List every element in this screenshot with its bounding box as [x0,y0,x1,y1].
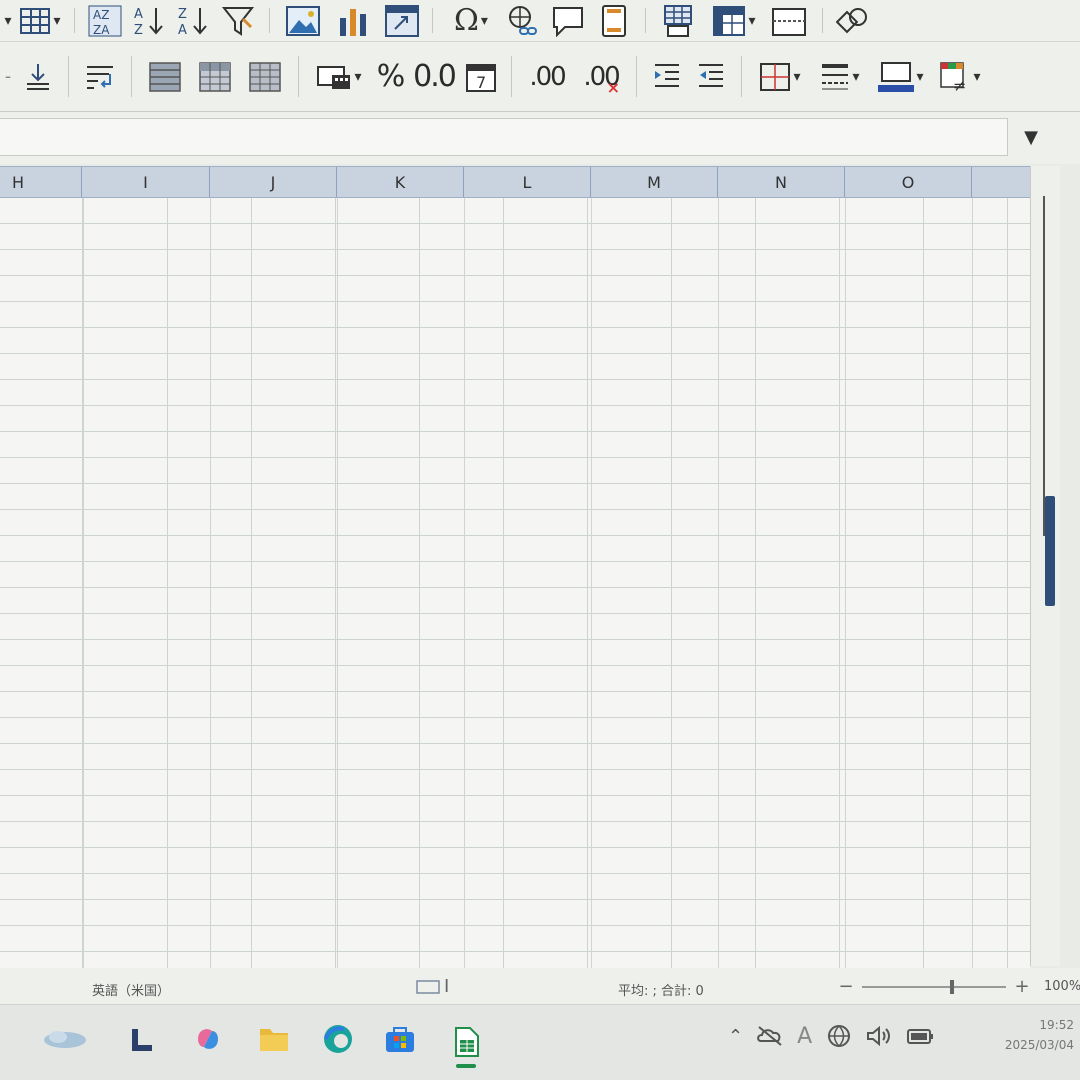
delete-decimal-button[interactable]: .00 × [574,42,628,111]
language-indicator[interactable]: 英語（米国） [92,980,170,999]
active-app-indicator [456,1064,476,1068]
increase-indent-icon[interactable] [645,42,689,111]
currency-format-icon[interactable]: ▾ [307,42,371,111]
copilot-icon[interactable] [190,1021,226,1057]
align-bottom-icon[interactable] [16,42,60,111]
special-character-icon[interactable]: Ω ▾ [441,0,501,41]
column-header-I[interactable]: I [82,167,210,197]
svg-text:Z: Z [178,7,187,22]
column-header-L[interactable]: L [464,167,591,197]
column-header-N[interactable]: N [718,167,845,197]
wrap-text-icon[interactable] [77,42,123,111]
chevron-up-icon[interactable]: ⌃ [728,1026,743,1047]
border-style-icon[interactable]: ▾ [810,42,870,111]
start-icon[interactable] [124,1021,160,1057]
store-icon[interactable] [382,1021,418,1057]
headers-footers-icon[interactable] [591,0,637,41]
edge-browser-icon[interactable] [320,1021,356,1057]
number-format-button[interactable]: 0.0 [409,42,459,111]
column-header-J[interactable]: J [210,167,337,197]
cell-grid[interactable] [0,198,1030,968]
conditional-format-icon[interactable]: ≠ ▾ [932,42,988,111]
insert-image-icon[interactable] [278,0,328,41]
date-format-icon[interactable]: 7 [459,42,503,111]
sort-ascending-icon[interactable]: AZ [127,0,171,41]
system-tray: ⌃ A [728,1023,934,1049]
status-bar: 英語（米国） I 平均: ; 合計: 0 − + 100% [0,968,1080,1004]
standard-toolbar: ▾ ▾ AZ ZA AZ ZA Ω ▾ ▾ [0,0,1080,42]
taskbar: ⌃ A 19:52 2025/03/04 [0,1004,1080,1080]
autofilter-icon[interactable] [215,0,261,41]
clock-date: 2025/03/04 [1004,1038,1074,1052]
row-style-icon[interactable] [140,42,190,111]
calendar-day: 7 [476,73,486,92]
header-style-icon[interactable] [190,42,240,111]
svg-text:A: A [178,23,187,38]
onedrive-icon[interactable] [757,1025,783,1047]
clock-time: 19:52 [1039,1018,1074,1032]
delete-mark-icon: × [606,78,620,97]
column-header-next[interactable] [972,167,1030,197]
column-header-K[interactable]: K [337,167,464,197]
column-headers: H I J K L M N O [0,166,1030,198]
sort-icon[interactable]: AZ ZA [83,0,127,41]
formatting-toolbar: - ▾ % 0.0 7 .00 .00 × ▾ ▾ ▾ ≠ ▾ [0,42,1080,112]
freeze-rows-columns-icon[interactable]: ▾ [704,0,764,41]
toolbar-overflow-arrow[interactable]: ▾ [0,0,14,41]
svg-text:AZ: AZ [93,8,109,22]
svg-text:≠: ≠ [953,76,966,93]
zoom-control: − + 100% [836,976,1080,997]
clock[interactable]: 19:52 2025/03/04 [984,1015,1074,1055]
column-header-O[interactable]: O [845,167,972,197]
formula-input[interactable] [0,118,1008,156]
sum-indicator[interactable]: 平均: ; 合計: 0 [618,980,704,999]
toolbar-overflow-icon[interactable]: - [0,42,16,111]
svg-text:Z: Z [134,23,143,38]
add-decimal-button[interactable]: .00 [520,42,574,111]
zoom-slider[interactable] [862,979,1006,994]
speaker-icon[interactable] [866,1025,892,1047]
scroll-thumb[interactable] [1045,496,1055,606]
selection-mode[interactable]: I [416,976,449,997]
border-color-icon[interactable]: ▾ [870,42,932,111]
percent-format-button[interactable]: % [371,42,409,111]
column-header-H[interactable]: H [0,167,82,197]
file-explorer-icon[interactable] [256,1021,292,1057]
decrease-indent-icon[interactable] [689,42,733,111]
svg-text:A: A [134,7,143,22]
text-cursor-icon: I [444,976,450,997]
ime-indicator[interactable]: A [797,1024,812,1049]
scroll-track [1043,196,1045,536]
split-window-icon[interactable] [764,0,814,41]
sort-descending-icon[interactable]: ZA [171,0,215,41]
comment-icon[interactable] [545,0,591,41]
calc-app-icon[interactable] [448,1021,484,1073]
pivot-table-icon[interactable] [380,0,424,41]
zoom-percentage[interactable]: 100% [1044,979,1080,994]
show-draw-functions-icon[interactable] [831,0,875,41]
zoom-slider-knob[interactable] [950,979,954,994]
hyperlink-icon[interactable] [501,0,545,41]
triangle-down-icon: ▼ [1024,126,1038,148]
vertical-scrollbar[interactable] [1030,166,1060,966]
svg-text:ZA: ZA [93,23,110,37]
formula-bar: ▼ [0,112,1080,164]
zoom-out-button[interactable]: − [836,976,856,997]
spreadsheet-app: ▾ ▾ AZ ZA AZ ZA Ω ▾ ▾ - ▾ % 0.0 7 .00 .0… [0,0,1080,1080]
grid-style-icon[interactable] [240,42,290,111]
borders-icon[interactable]: ▾ [750,42,810,111]
insert-chart-icon[interactable] [328,0,380,41]
selection-mode-icon [416,979,440,994]
battery-icon[interactable] [906,1026,934,1046]
expand-formula-bar-button[interactable]: ▼ [1016,118,1046,156]
column-header-M[interactable]: M [591,167,718,197]
define-print-area-icon[interactable] [654,0,704,41]
widgets-icon[interactable] [40,1021,90,1057]
network-globe-icon[interactable] [826,1023,852,1049]
table-grid-icon[interactable]: ▾ [14,0,66,41]
zoom-in-button[interactable]: + [1012,976,1032,997]
